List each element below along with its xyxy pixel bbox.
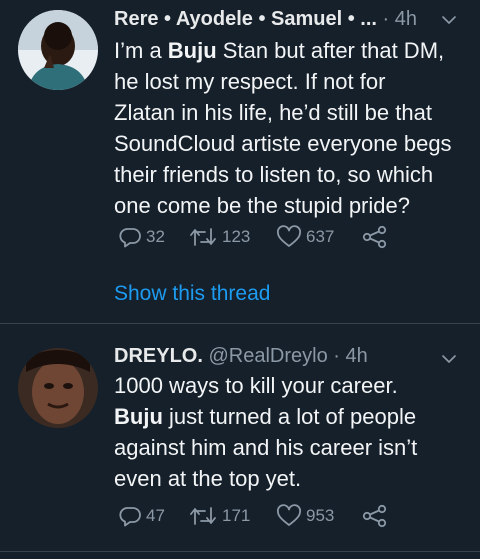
retweet-button[interactable]: 123 — [188, 225, 276, 249]
share-button[interactable] — [362, 225, 388, 249]
mention-bold: Buju — [114, 404, 163, 429]
chevron-down-icon[interactable] — [440, 11, 458, 29]
tweet-text: 1000 ways to kill your career. Buju just… — [114, 370, 452, 494]
reply-icon — [119, 507, 141, 527]
retweet-count: 123 — [222, 227, 251, 246]
retweet-icon — [190, 507, 216, 525]
timestamp[interactable]: · 4h — [383, 8, 417, 30]
user-name[interactable]: DREYLO. — [114, 345, 203, 367]
tweet-actions: 47 171 953 — [118, 504, 388, 528]
like-button[interactable]: 637 — [276, 225, 362, 249]
retweet-button[interactable]: 171 — [188, 504, 276, 528]
reply-button[interactable]: 47 — [118, 504, 188, 528]
divider — [0, 551, 480, 552]
tweet-text: I’m a Buju Stan but after that DM, he lo… — [114, 35, 452, 221]
text-part: 1000 ways to kill your career. — [114, 373, 398, 398]
reply-count: 47 — [146, 506, 165, 525]
like-button[interactable]: 953 — [276, 504, 362, 528]
heart-icon — [277, 504, 301, 526]
share-button[interactable] — [362, 504, 388, 528]
timestamp[interactable]: · 4h — [333, 345, 367, 367]
tweet-2[interactable]: DREYLO. @RealDreylo · 4h 1000 ways to ki… — [0, 324, 480, 551]
avatar[interactable] — [18, 10, 98, 90]
share-icon — [362, 225, 387, 249]
retweet-count: 171 — [222, 506, 251, 525]
like-count: 637 — [306, 227, 335, 246]
heart-icon — [277, 225, 301, 247]
user-handle[interactable]: @RealDreylo — [208, 345, 327, 367]
reply-button[interactable]: 32 — [118, 225, 188, 249]
tweet-header: Rere • Ayodele • Samuel • ... · 4h — [114, 7, 432, 31]
text-part: I’m a — [114, 38, 168, 63]
share-icon — [362, 504, 387, 528]
like-count: 953 — [306, 506, 335, 525]
text-part: Stan but after that DM, he lost my respe… — [114, 38, 452, 218]
reply-count: 32 — [146, 227, 165, 246]
avatar[interactable] — [18, 348, 98, 428]
tweet-header: DREYLO. @RealDreylo · 4h — [114, 344, 432, 368]
show-thread-link[interactable]: Show this thread — [114, 282, 270, 306]
mention-bold: Buju — [167, 38, 217, 63]
chevron-down-icon[interactable] — [440, 350, 458, 368]
user-name[interactable]: Rere • Ayodele • Samuel • ... — [114, 8, 377, 30]
tweet-1[interactable]: Rere • Ayodele • Samuel • ... · 4h I’m a… — [0, 0, 480, 323]
tweet-actions: 32 123 637 — [118, 225, 388, 249]
reply-icon — [119, 228, 141, 248]
retweet-icon — [190, 228, 216, 246]
